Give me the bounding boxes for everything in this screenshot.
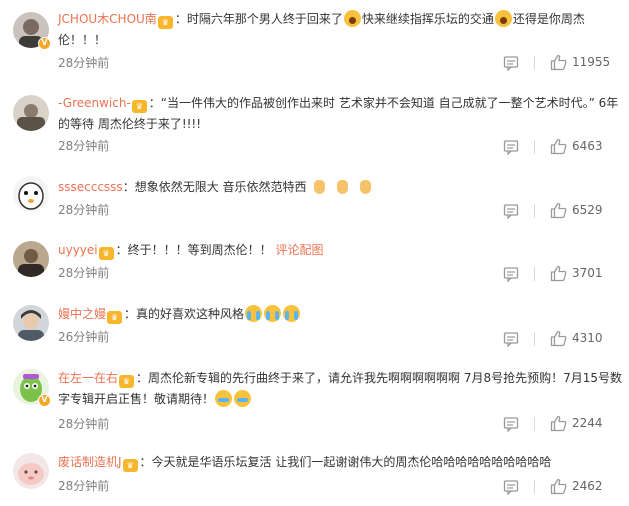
- like-icon[interactable]: [550, 202, 567, 219]
- comment-body: ：周杰伦新专辑的先行曲终于来了，请允许我先啊啊啊啊啊啊 7月8号抢先预购！7月1…: [136, 371, 623, 385]
- user-avatar[interactable]: [13, 95, 49, 131]
- vip-badge: ♛: [119, 375, 135, 388]
- comment-body: 伦！！！: [58, 33, 107, 47]
- like-icon[interactable]: [550, 330, 567, 347]
- reply-icon[interactable]: [503, 416, 519, 432]
- reply-icon[interactable]: [503, 331, 519, 347]
- divider: [534, 267, 535, 281]
- comment-image-link[interactable]: 评论配图: [275, 243, 323, 257]
- user-avatar[interactable]: [13, 176, 49, 212]
- comment-body: ：真的好喜欢这种风格: [124, 307, 245, 321]
- like-icon[interactable]: [550, 415, 567, 432]
- vip-badge: ♛: [107, 311, 123, 324]
- reply-icon[interactable]: [503, 479, 519, 495]
- username[interactable]: uyyyei: [58, 243, 98, 257]
- like-icon[interactable]: [550, 265, 567, 282]
- comment-item: sssecccsss：想象依然无限大 音乐依然范特西 28分钟前 6529: [0, 165, 629, 227]
- comment-text: sssecccsss：想象依然无限大 音乐依然范特西: [58, 177, 623, 198]
- comment-item: 废话制造机J ♛ ：今天就是华语乐坛复活 让我们一起谢谢伟大的周杰伦哈哈哈哈哈哈哈哈…: [0, 441, 629, 506]
- comment-body: 字专辑开启正售！敬请期待！: [58, 392, 215, 406]
- like-count: 3701: [572, 266, 603, 280]
- reply-icon[interactable]: [503, 55, 519, 71]
- verified-badge: V: [38, 37, 51, 50]
- like-count: 6529: [572, 203, 603, 217]
- comment-body: ：今天就是华语乐坛复活 让我们一起谢谢伟大的周杰伦哈哈哈哈哈哈哈哈哈哈: [139, 455, 552, 469]
- comment-body: ：“当一件伟大的作品被创作出来时 艺术家并不会知道 自己成就了一整个艺术时代。”…: [148, 96, 619, 110]
- crying-emoji-icon: [245, 305, 263, 322]
- rock-hand-emoji-icon: [311, 178, 328, 195]
- vip-badge: ♛: [122, 459, 138, 472]
- divider: [534, 332, 535, 346]
- comment-item: V 在左一在右 ♛ ：周杰伦新专辑的先行曲终于来了，请允许我先啊啊啊啊啊啊 7月8号…: [0, 353, 629, 441]
- divider: [534, 480, 535, 494]
- comment-body: ：终于！！！等到周杰伦！！: [115, 243, 272, 257]
- comment-body: 还得是你周杰: [512, 12, 585, 26]
- divider: [534, 56, 535, 70]
- comment-item: uyyyei ♛ ：终于！！！等到周杰伦！！ 评论配图 28分钟前 3701: [0, 227, 629, 290]
- timestamp: 28分钟前: [58, 203, 110, 217]
- comment-text: 废话制造机J ♛ ：今天就是华语乐坛复活 让我们一起谢谢伟大的周杰伦哈哈哈哈哈哈哈哈…: [58, 452, 623, 473]
- comment-item: -Greenwich- ♛ ：“当一件伟大的作品被创作出来时 艺术家并不会知道 自己…: [0, 85, 629, 165]
- vip-badge: ♛: [157, 16, 173, 29]
- username[interactable]: 在左一在右: [58, 371, 118, 385]
- sobbing-emoji-icon: [215, 390, 233, 407]
- like-count: 2244: [572, 416, 603, 430]
- comment-item: V JCHOU木CHOU南 ♛ ：时隔六年那个男人终于回来了 快来继续指挥乐坛的交通 还…: [0, 0, 629, 85]
- username[interactable]: sssecccsss: [58, 180, 123, 194]
- sobbing-emoji-icon: [234, 390, 252, 407]
- user-avatar[interactable]: [13, 241, 49, 277]
- reply-icon[interactable]: [503, 139, 519, 155]
- divider: [534, 204, 535, 218]
- shout-emoji-icon: [494, 10, 512, 27]
- shout-emoji-icon: [343, 10, 361, 27]
- like-icon[interactable]: [550, 54, 567, 71]
- username[interactable]: -Greenwich-: [58, 96, 131, 110]
- reply-icon[interactable]: [503, 203, 519, 219]
- like-count: 6463: [572, 139, 603, 153]
- crying-emoji-icon: [264, 305, 282, 322]
- comment-text: 在左一在右 ♛ ：周杰伦新专辑的先行曲终于来了，请允许我先啊啊啊啊啊啊 7月8号抢先…: [58, 368, 623, 410]
- vip-badge: ♛: [98, 247, 114, 260]
- comment-text: 嫚中之嫚 ♛ ：真的好喜欢这种风格: [58, 304, 623, 325]
- comment-text: -Greenwich- ♛ ：“当一件伟大的作品被创作出来时 艺术家并不会知道 自己…: [58, 93, 623, 135]
- vip-badge: ♛: [131, 100, 147, 113]
- comment-item: 嫚中之嫚 ♛ ：真的好喜欢这种风格 26分钟前 4310: [0, 290, 629, 353]
- timestamp: 28分钟前: [58, 479, 110, 493]
- like-icon[interactable]: [550, 138, 567, 155]
- username[interactable]: 嫚中之嫚: [58, 307, 106, 321]
- username[interactable]: JCHOU木CHOU南: [58, 12, 157, 26]
- timestamp: 28分钟前: [58, 266, 110, 280]
- divider: [534, 417, 535, 431]
- comment-text: uyyyei ♛ ：终于！！！等到周杰伦！！ 评论配图: [58, 240, 623, 261]
- comment-body: ：想象依然无限大 音乐依然范特西: [122, 180, 307, 194]
- user-avatar[interactable]: [13, 305, 49, 341]
- user-avatar[interactable]: [13, 453, 49, 489]
- like-count: 4310: [572, 331, 603, 345]
- timestamp: 28分钟前: [58, 56, 110, 70]
- username[interactable]: 废话制造机J: [58, 455, 122, 469]
- reply-icon[interactable]: [503, 266, 519, 282]
- comment-body: 的等待 周杰伦终于来了!!!!: [58, 117, 202, 131]
- comment-text: JCHOU木CHOU南 ♛ ：时隔六年那个男人终于回来了 快来继续指挥乐坛的交通 还得是…: [58, 9, 623, 51]
- timestamp: 26分钟前: [58, 330, 110, 344]
- rock-hand-emoji-icon: [357, 178, 374, 195]
- divider: [534, 140, 535, 154]
- like-icon[interactable]: [550, 478, 567, 495]
- comment-body: ：时隔六年那个男人终于回来了: [174, 12, 343, 26]
- crying-emoji-icon: [283, 305, 301, 322]
- comment-body: 快来继续指挥乐坛的交通: [361, 12, 494, 26]
- verified-badge: V: [38, 394, 51, 407]
- timestamp: 28分钟前: [58, 139, 110, 153]
- rock-hand-emoji-icon: [334, 178, 351, 195]
- like-count: 11955: [572, 55, 611, 69]
- like-count: 2462: [572, 479, 603, 493]
- timestamp: 28分钟前: [58, 417, 110, 431]
